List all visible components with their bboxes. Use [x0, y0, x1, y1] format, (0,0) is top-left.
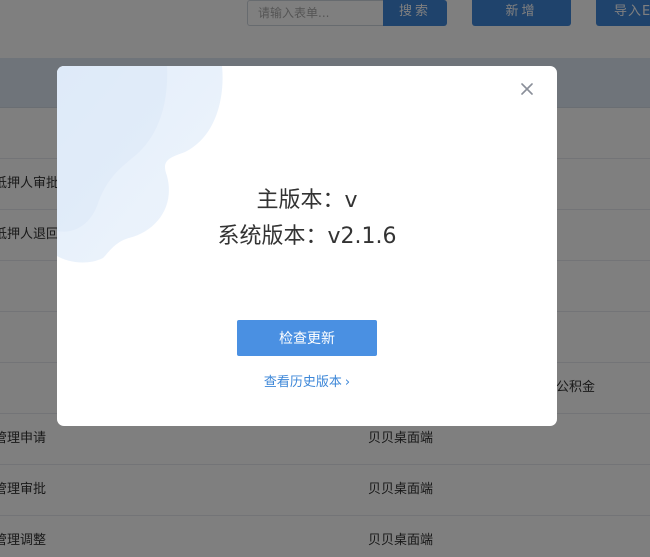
system-version-text: 系统版本：v2.1.6	[217, 224, 397, 249]
version-dialog: 主版本：v 系统版本：v2.1.6 检查更新 查看历史版本 ›	[57, 66, 557, 426]
version-history-link[interactable]: 查看历史版本 ›	[57, 371, 557, 390]
close-button[interactable]	[516, 78, 538, 100]
check-update-button[interactable]: 检查更新	[237, 320, 377, 356]
close-icon	[521, 83, 533, 95]
chevron-right-icon: ›	[344, 375, 351, 390]
version-history-label: 查看历史版本	[263, 375, 342, 390]
main-version-text: 主版本：v	[256, 188, 358, 213]
